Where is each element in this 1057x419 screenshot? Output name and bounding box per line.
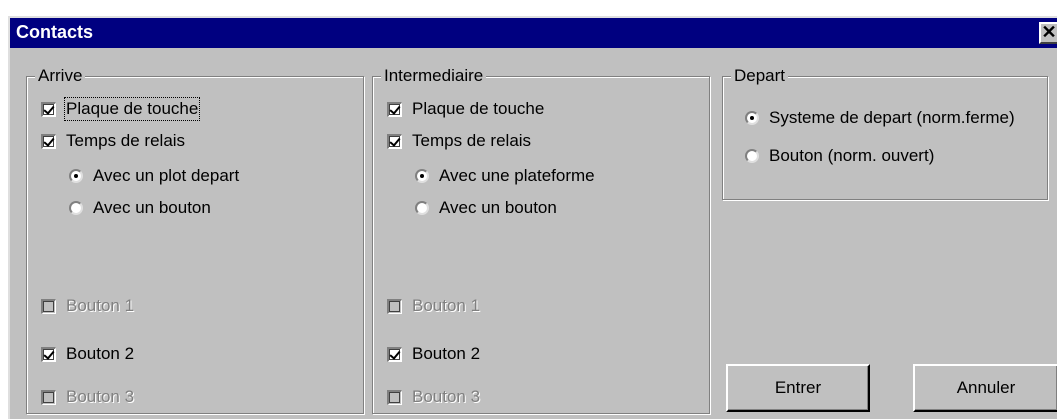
inter-temps-label: Temps de relais bbox=[412, 131, 532, 150]
arrive-temps-checkbox[interactable]: Temps de relais bbox=[41, 131, 185, 151]
inter-radio-bouton-label: Avec un bouton bbox=[439, 198, 557, 217]
depart-legend: Depart bbox=[731, 66, 789, 86]
arrive-radio-bouton[interactable]: Avec un bouton bbox=[69, 198, 211, 218]
radio-icon bbox=[415, 201, 429, 215]
arrive-radio-plot-label: Avec un plot depart bbox=[93, 166, 240, 185]
checkbox-icon bbox=[387, 389, 402, 405]
inter-bouton3-label: Bouton 3 bbox=[412, 387, 481, 406]
inter-bouton1-label: Bouton 1 bbox=[412, 296, 481, 315]
inter-bouton3-checkbox[interactable]: Bouton 3 bbox=[387, 387, 480, 407]
contacts-dialog: Contacts ✕ Arrive Plaque de touche Temps… bbox=[8, 16, 1057, 419]
close-icon[interactable]: ✕ bbox=[1039, 22, 1057, 44]
arrive-radio-bouton-label: Avec un bouton bbox=[93, 198, 211, 217]
arrive-bouton2-checkbox[interactable]: Bouton 2 bbox=[41, 344, 134, 364]
checkbox-icon bbox=[41, 101, 56, 117]
inter-plaque-label: Plaque de touche bbox=[412, 99, 545, 118]
checkbox-icon bbox=[41, 389, 56, 405]
entrer-button[interactable]: Entrer bbox=[726, 364, 870, 412]
inter-radio-plateforme[interactable]: Avec une plateforme bbox=[415, 166, 595, 186]
inter-radio-bouton[interactable]: Avec un bouton bbox=[415, 198, 557, 218]
radio-icon bbox=[415, 169, 429, 183]
inter-temps-checkbox[interactable]: Temps de relais bbox=[387, 131, 531, 151]
radio-icon bbox=[745, 111, 759, 125]
radio-icon bbox=[69, 169, 83, 183]
inter-bouton2-checkbox[interactable]: Bouton 2 bbox=[387, 344, 480, 364]
checkbox-icon bbox=[41, 346, 56, 362]
intermediaire-legend: Intermediaire bbox=[381, 66, 487, 86]
depart-radio-bouton[interactable]: Bouton (norm. ouvert) bbox=[745, 146, 934, 166]
checkbox-icon bbox=[41, 298, 56, 314]
depart-group: Depart Systeme de depart (norm.ferme) Bo… bbox=[722, 66, 1048, 200]
radio-icon bbox=[745, 149, 759, 163]
arrive-legend: Arrive bbox=[35, 66, 86, 86]
arrive-bouton3-label: Bouton 3 bbox=[66, 387, 135, 406]
window-title: Contacts bbox=[16, 22, 94, 42]
arrive-bouton3-checkbox[interactable]: Bouton 3 bbox=[41, 387, 134, 407]
arrive-plaque-checkbox[interactable]: Plaque de touche bbox=[41, 97, 201, 121]
checkbox-icon bbox=[387, 298, 402, 314]
inter-radio-plateforme-label: Avec une plateforme bbox=[439, 166, 595, 185]
arrive-temps-label: Temps de relais bbox=[66, 131, 186, 150]
inter-plaque-checkbox[interactable]: Plaque de touche bbox=[387, 99, 544, 119]
checkbox-icon bbox=[387, 133, 402, 149]
depart-radio-systeme[interactable]: Systeme de depart (norm.ferme) bbox=[745, 108, 1015, 128]
checkbox-icon bbox=[387, 101, 402, 117]
depart-radio-systeme-label: Systeme de depart (norm.ferme) bbox=[769, 108, 1015, 127]
checkbox-icon bbox=[41, 133, 56, 149]
intermediaire-group: Intermediaire Plaque de touche Temps de … bbox=[372, 66, 710, 414]
depart-radio-bouton-label: Bouton (norm. ouvert) bbox=[769, 146, 935, 165]
title-bar[interactable]: Contacts ✕ bbox=[10, 18, 1057, 48]
arrive-bouton2-label: Bouton 2 bbox=[66, 344, 135, 363]
annuler-button[interactable]: Annuler bbox=[913, 364, 1057, 412]
arrive-radio-plot[interactable]: Avec un plot depart bbox=[69, 166, 239, 186]
inter-bouton2-label: Bouton 2 bbox=[412, 344, 481, 363]
arrive-bouton1-checkbox[interactable]: Bouton 1 bbox=[41, 296, 134, 316]
radio-icon bbox=[69, 201, 83, 215]
arrive-group: Arrive Plaque de touche Temps de relais … bbox=[26, 66, 364, 414]
arrive-plaque-label: Plaque de touche bbox=[63, 97, 201, 121]
inter-bouton1-checkbox[interactable]: Bouton 1 bbox=[387, 296, 480, 316]
checkbox-icon bbox=[387, 346, 402, 362]
arrive-bouton1-label: Bouton 1 bbox=[66, 296, 135, 315]
